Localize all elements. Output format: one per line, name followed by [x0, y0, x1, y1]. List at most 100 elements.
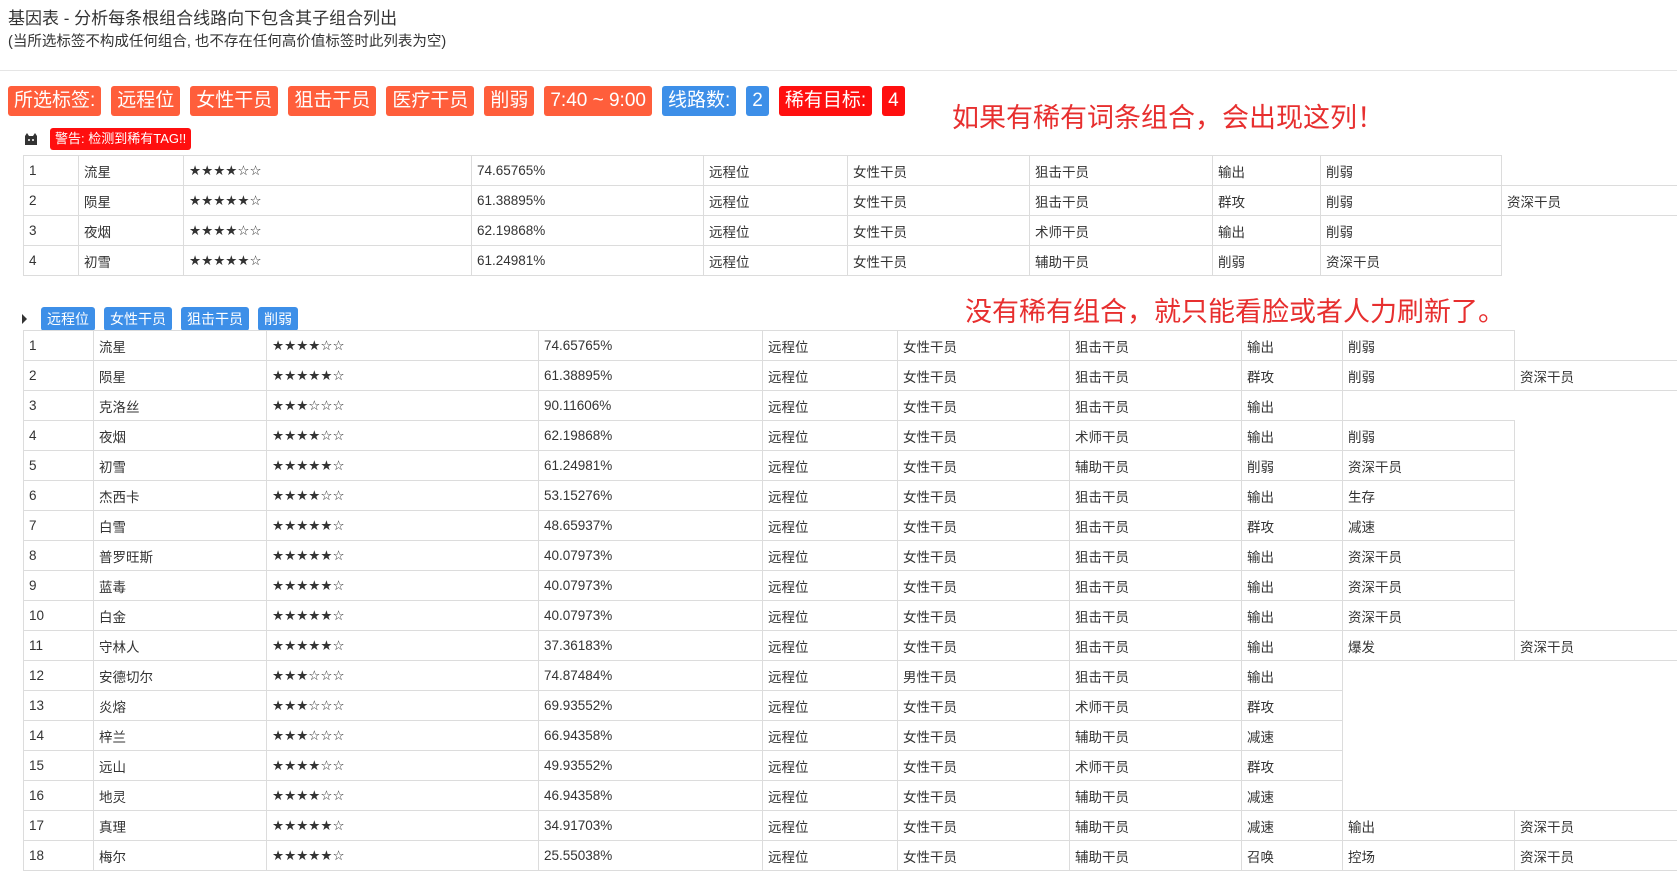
tag-link[interactable]: 女性干员 [897, 510, 1070, 541]
tag-text: 辅助干员 [1069, 810, 1242, 841]
tag-link[interactable]: 狙击干员 [1069, 480, 1242, 511]
tag-link[interactable]: 狙击干员 [1069, 630, 1242, 661]
tag-link[interactable]: 远程位 [762, 450, 898, 481]
tag-link[interactable]: 削弱 [1342, 420, 1515, 451]
tag-ranged[interactable]: 远程位 [111, 86, 181, 116]
operator-name: 白雪 [93, 510, 267, 541]
tag-link[interactable]: 女性干员 [897, 840, 1070, 871]
rarity-stars: ★★★★★☆ [183, 245, 472, 276]
tag-link[interactable]: 远程位 [762, 600, 898, 631]
combo-tag-female[interactable]: 女性干员 [104, 307, 172, 331]
tag-link[interactable]: 狙击干员 [1069, 360, 1242, 391]
empty-cell [1515, 511, 1677, 541]
tag-link[interactable]: 女性干员 [897, 810, 1070, 841]
table-row: 11 守林人 ★★★★★☆ 37.36183% 远程位 女性干员 狙击干员 输出 爆发 资深干员 [23, 630, 1677, 661]
tag-link[interactable]: 女性干员 [897, 600, 1070, 631]
tag-link[interactable]: 削弱 [1320, 155, 1502, 186]
tag-link[interactable]: 狙击干员 [1069, 330, 1242, 361]
tag-text: 术师干员 [1069, 690, 1242, 721]
tag-debuff[interactable]: 削弱 [484, 86, 535, 116]
table-row: 1 流星 ★★★★☆☆ 74.65765% 远程位 女性干员 狙击干员 输出 削弱 [23, 155, 1677, 186]
tag-female[interactable]: 女性干员 [190, 86, 279, 116]
tag-text: 输出 [1241, 330, 1343, 361]
cat-icon[interactable] [22, 130, 40, 148]
expand-arrow-icon[interactable] [22, 314, 27, 324]
tag-link[interactable]: 削弱 [1320, 215, 1502, 246]
tag-link[interactable]: 削弱 [1342, 360, 1515, 391]
tag-link[interactable]: 女性干员 [897, 720, 1070, 751]
tag-link[interactable]: 远程位 [703, 185, 848, 216]
tag-link[interactable]: 女性干员 [897, 390, 1070, 421]
rarity-stars: ★★★☆☆☆ [266, 660, 539, 691]
tag-link[interactable]: 远程位 [762, 780, 898, 811]
tag-link[interactable]: 远程位 [762, 660, 898, 691]
tag-link[interactable]: 削弱 [1320, 185, 1502, 216]
tag-link[interactable]: 削弱 [1241, 450, 1343, 481]
combo-tag-ranged[interactable]: 远程位 [41, 307, 95, 331]
operator-name: 夜烟 [93, 420, 267, 451]
tag-text: 术师干员 [1069, 420, 1242, 451]
tag-link[interactable]: 女性干员 [897, 750, 1070, 781]
tag-link[interactable]: 远程位 [762, 630, 898, 661]
tag-link[interactable]: 女性干员 [897, 630, 1070, 661]
tag-link[interactable]: 远程位 [762, 810, 898, 841]
tag-link[interactable]: 远程位 [762, 330, 898, 361]
tag-link[interactable]: 远程位 [762, 720, 898, 751]
tag-link[interactable]: 远程位 [762, 540, 898, 571]
row-number: 4 [23, 245, 79, 276]
tag-text: 男性干员 [897, 660, 1070, 691]
tag-link[interactable]: 远程位 [762, 570, 898, 601]
tag-link[interactable]: 狙击干员 [1029, 185, 1213, 216]
tag-link[interactable]: 远程位 [762, 840, 898, 871]
tag-link[interactable]: 狙击干员 [1069, 510, 1242, 541]
tag-text: 输出 [1241, 600, 1343, 631]
tag-link[interactable]: 女性干员 [897, 480, 1070, 511]
tag-link[interactable]: 女性干员 [847, 245, 1030, 276]
rare-tag-warning: 警告: 检测到稀有TAG!! [50, 128, 192, 150]
combo-tag-debuff[interactable]: 削弱 [258, 307, 298, 331]
tag-link[interactable]: 女性干员 [847, 185, 1030, 216]
tag-link[interactable]: 女性干员 [847, 155, 1030, 186]
tag-link[interactable]: 远程位 [703, 215, 848, 246]
tag-link[interactable]: 削弱 [1212, 245, 1321, 276]
tag-link[interactable]: 狙击干员 [1069, 390, 1242, 421]
tag-sniper[interactable]: 狙击干员 [288, 86, 377, 116]
norare-annotation: 没有稀有组合，就只能看脸或者人力刷新了。 [965, 297, 1505, 327]
tag-link[interactable]: 削弱 [1342, 330, 1515, 361]
tag-link[interactable]: 女性干员 [897, 690, 1070, 721]
tag-link[interactable]: 女性干员 [847, 215, 1030, 246]
probability-value: 48.65937% [538, 510, 763, 541]
row-number: 15 [23, 750, 94, 781]
tag-link[interactable]: 远程位 [762, 510, 898, 541]
tag-link[interactable]: 女性干员 [897, 540, 1070, 571]
tag-text: 辅助干员 [1069, 780, 1242, 811]
tag-text: 输出 [1241, 480, 1343, 511]
tag-link[interactable]: 女性干员 [897, 780, 1070, 811]
empty-cell [1515, 481, 1677, 511]
operator-name: 初雪 [78, 245, 184, 276]
tag-text: 术师干员 [1069, 750, 1242, 781]
rare-combo-table: 1 流星 ★★★★☆☆ 74.65765% 远程位 女性干员 狙击干员 输出 削弱 2 陨星 ★★★★… [23, 155, 1677, 276]
tag-link[interactable]: 远程位 [762, 690, 898, 721]
table-row: 16 地灵 ★★★★☆☆ 46.94358% 远程位 女性干员 辅助干员 减速 [23, 780, 1677, 811]
tag-link[interactable]: 女性干员 [897, 570, 1070, 601]
tag-link[interactable]: 远程位 [762, 360, 898, 391]
tag-link[interactable]: 女性干员 [897, 420, 1070, 451]
tag-link[interactable]: 远程位 [762, 750, 898, 781]
tag-link[interactable]: 狙击干员 [1069, 540, 1242, 571]
tag-link[interactable]: 狙击干员 [1069, 600, 1242, 631]
tag-link[interactable]: 狙击干员 [1069, 660, 1242, 691]
tag-link[interactable]: 远程位 [703, 155, 848, 186]
rarity-stars: ★★★☆☆☆ [266, 690, 539, 721]
tag-link[interactable]: 女性干员 [897, 360, 1070, 391]
tag-link[interactable]: 狙击干员 [1069, 570, 1242, 601]
tag-link[interactable]: 远程位 [703, 245, 848, 276]
tag-link[interactable]: 远程位 [762, 390, 898, 421]
tag-link[interactable]: 远程位 [762, 420, 898, 451]
tag-link[interactable]: 远程位 [762, 480, 898, 511]
combo-tag-sniper[interactable]: 狙击干员 [181, 307, 249, 331]
tag-link[interactable]: 狙击干员 [1029, 155, 1213, 186]
tag-link[interactable]: 女性干员 [897, 450, 1070, 481]
tag-link[interactable]: 女性干员 [897, 330, 1070, 361]
tag-medic[interactable]: 医疗干员 [386, 86, 475, 116]
